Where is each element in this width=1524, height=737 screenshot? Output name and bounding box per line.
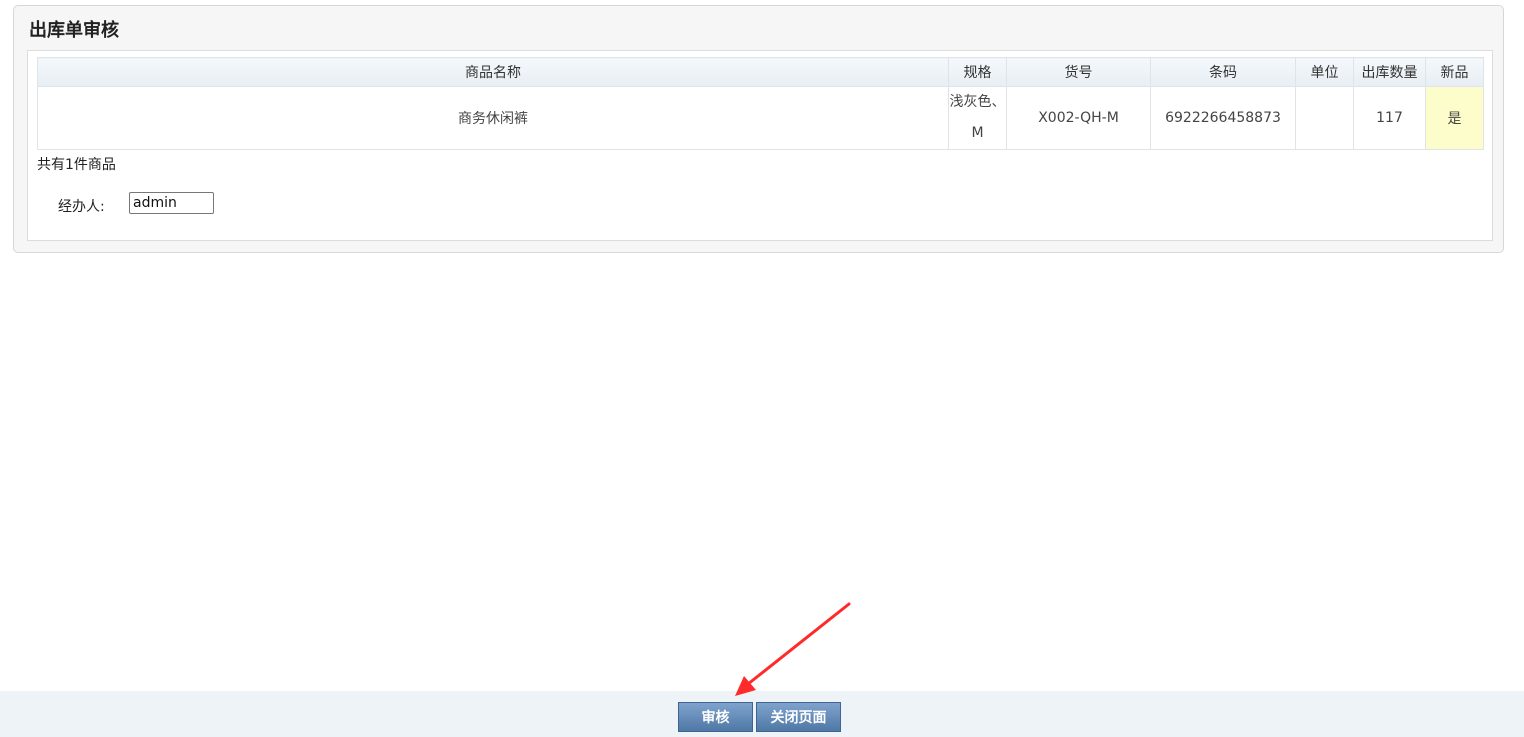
item-count-text: 共有1件商品 [37,157,116,173]
action-bar: 审核 关闭页面 [0,691,1524,737]
table-header-row: 商品名称 规格 货号 条码 单位 出库数量 新品 [37,57,1484,87]
cell-product-name: 商务休闲裤 [37,86,949,150]
table-row: 商务休闲裤 浅灰色、M X002-QH-M 6922266458873 117 … [37,86,1484,150]
column-header-new: 新品 [1425,57,1484,87]
audit-button[interactable]: 审核 [678,702,753,732]
audit-panel: 出库单审核 商品名称 规格 货号 条码 单位 出库数量 新品 商务休闲裤 浅灰色… [13,5,1504,253]
column-header-sku: 货号 [1006,57,1151,87]
column-header-spec: 规格 [948,57,1007,87]
panel-body: 商品名称 规格 货号 条码 单位 出库数量 新品 商务休闲裤 浅灰色、M X00… [27,50,1493,241]
page-title: 出库单审核 [29,20,119,41]
cell-spec: 浅灰色、M [948,86,1007,150]
goods-table: 商品名称 规格 货号 条码 单位 出库数量 新品 商务休闲裤 浅灰色、M X00… [37,57,1484,150]
column-header-name: 商品名称 [37,57,949,87]
handler-input[interactable] [129,192,214,214]
close-page-button[interactable]: 关闭页面 [756,702,841,732]
column-header-quantity: 出库数量 [1353,57,1426,87]
handler-label: 经办人: [58,199,105,215]
cell-new-flag: 是 [1425,86,1484,150]
column-header-unit: 单位 [1295,57,1354,87]
cell-unit [1295,86,1354,150]
column-header-barcode: 条码 [1150,57,1296,87]
cell-barcode: 6922266458873 [1150,86,1296,150]
cell-quantity: 117 [1353,86,1426,150]
cell-sku: X002-QH-M [1006,86,1151,150]
